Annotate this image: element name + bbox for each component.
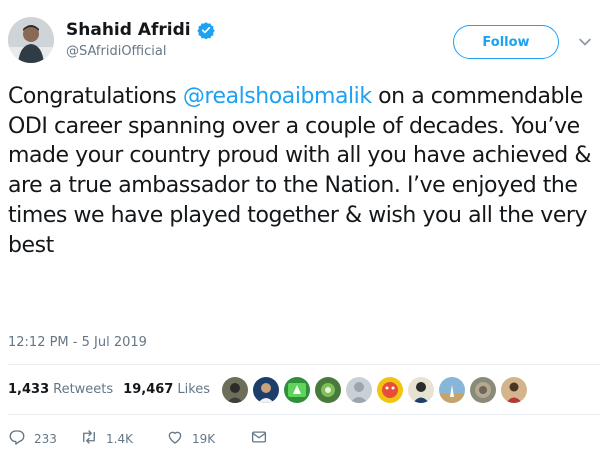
like-count: 19K — [192, 431, 216, 446]
message-icon — [250, 428, 268, 449]
likes-label: Likes — [177, 382, 211, 397]
liker-avatar[interactable] — [346, 377, 372, 403]
message-action[interactable] — [250, 428, 268, 449]
author-name[interactable]: Shahid Afridi — [66, 20, 191, 40]
liker-avatar[interactable] — [408, 377, 434, 403]
retweet-icon — [80, 428, 98, 449]
liker-avatar[interactable] — [315, 377, 341, 403]
tweet-actions: 233 1.4K 19K — [8, 428, 268, 449]
author-avatar[interactable] — [8, 17, 54, 63]
liker-avatar[interactable] — [222, 377, 248, 403]
chevron-down-icon[interactable] — [577, 34, 593, 50]
retweets-label: Retweets — [53, 382, 114, 397]
liker-avatar[interactable] — [439, 377, 465, 403]
liker-avatar[interactable] — [377, 377, 403, 403]
tweet-text: Congratulations @realshoaibmalik on a co… — [8, 82, 596, 260]
liker-avatar[interactable] — [284, 377, 310, 403]
retweets-count: 1,433 — [8, 382, 50, 397]
follow-button[interactable]: Follow — [453, 25, 559, 59]
divider — [8, 364, 600, 365]
likes-count: 19,467 — [123, 382, 174, 397]
liker-avatar[interactable] — [253, 377, 279, 403]
reply-count: 233 — [34, 431, 57, 446]
divider — [8, 414, 600, 415]
liker-avatars — [222, 377, 527, 403]
retweet-action[interactable]: 1.4K — [80, 428, 166, 449]
author-name-row[interactable]: Shahid Afridi — [66, 20, 215, 40]
verified-badge-icon — [196, 21, 215, 40]
tweet-stats: 1,433 Retweets 19,467 Likes — [8, 382, 216, 397]
author-handle[interactable]: @SAfridiOfficial — [66, 44, 166, 59]
retweet-count: 1.4K — [106, 431, 133, 446]
liker-avatar[interactable] — [501, 377, 527, 403]
like-action[interactable]: 19K — [166, 428, 250, 449]
tweet-text-part2: on a commendable ODI career spanning ove… — [8, 84, 592, 258]
reply-action[interactable]: 233 — [8, 428, 80, 449]
mention-link[interactable]: @realshoaibmalik — [183, 84, 372, 109]
tweet-text-part1: Congratulations — [8, 84, 183, 109]
liker-avatar[interactable] — [470, 377, 496, 403]
avatar-image — [8, 17, 54, 63]
likes-stat[interactable]: 19,467 Likes — [123, 382, 210, 397]
reply-icon — [8, 428, 26, 449]
tweet-timestamp[interactable]: 12:12 PM - 5 Jul 2019 — [8, 335, 147, 350]
retweets-stat[interactable]: 1,433 Retweets — [8, 382, 113, 397]
like-icon — [166, 428, 184, 449]
